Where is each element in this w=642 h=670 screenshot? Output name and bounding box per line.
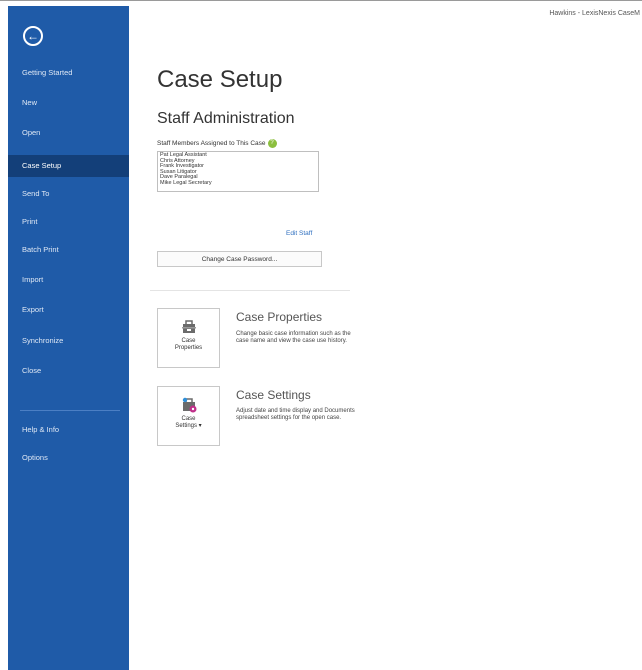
case-settings-tile-label-2: Settings ▾	[175, 423, 202, 429]
sidebar-item-open[interactable]: Open	[8, 122, 129, 144]
info-icon: ?	[267, 139, 277, 148]
divider	[150, 290, 350, 291]
case-settings-description: Adjust date and time display and Documen…	[236, 408, 355, 422]
backstage-sidebar: ← Getting Started New Open Case Setup Send T…	[8, 6, 129, 670]
staff-members-label: Staff Members Assigned to This Case?	[157, 139, 277, 148]
sidebar-item-close[interactable]: Close	[8, 360, 129, 382]
staff-members-list[interactable]: Pat Legal Assistant Chris Attorney Frank I…	[157, 151, 319, 192]
case-settings-tile-label-1: Case	[181, 416, 196, 422]
case-properties-description: Change basic case information such as th…	[236, 331, 351, 345]
sidebar-item-import[interactable]: Import	[8, 269, 129, 291]
window-title: Hawkins - LexisNexis CaseM	[549, 10, 640, 17]
sidebar-item-case-setup[interactable]: Case Setup	[8, 155, 129, 177]
sidebar-item-synchronize[interactable]: Synchronize	[8, 330, 129, 352]
change-password-button[interactable]: Change Case Password...	[157, 251, 322, 267]
case-properties-tile-label-2: Properties	[174, 345, 203, 351]
sidebar-item-getting-started[interactable]: Getting Started	[8, 62, 129, 84]
sidebar-item-export[interactable]: Export	[8, 299, 129, 321]
staff-members-label-text: Staff Members Assigned to This Case	[157, 140, 266, 148]
sidebar-item-print[interactable]: Print	[8, 211, 129, 233]
staff-admin-heading: Staff Administration	[157, 110, 295, 127]
sidebar-item-send-to[interactable]: Send To	[8, 183, 129, 205]
briefcase-properties-icon	[181, 320, 196, 333]
sidebar-item-options[interactable]: Options	[8, 447, 129, 469]
briefcase-settings-icon	[182, 397, 196, 413]
edit-staff-link[interactable]: Edit Staff	[286, 230, 312, 237]
case-settings-button[interactable]: Case Settings ▾	[157, 386, 220, 446]
sidebar-item-new[interactable]: New	[8, 92, 129, 114]
sidebar-item-batch-print[interactable]: Batch Print	[8, 239, 129, 261]
back-arrow-icon[interactable]: ←	[23, 26, 43, 46]
staff-member[interactable]: Mike Legal Secretary	[160, 180, 316, 187]
case-settings-title: Case Settings	[236, 388, 311, 402]
sidebar-item-help-info[interactable]: Help & Info	[8, 419, 129, 441]
nav-divider	[20, 410, 120, 411]
case-properties-tile-label-1: Case	[181, 338, 196, 344]
case-properties-title: Case Properties	[236, 310, 323, 324]
page-title: Case Setup	[157, 66, 283, 93]
case-properties-button[interactable]: Case Properties	[157, 308, 220, 368]
